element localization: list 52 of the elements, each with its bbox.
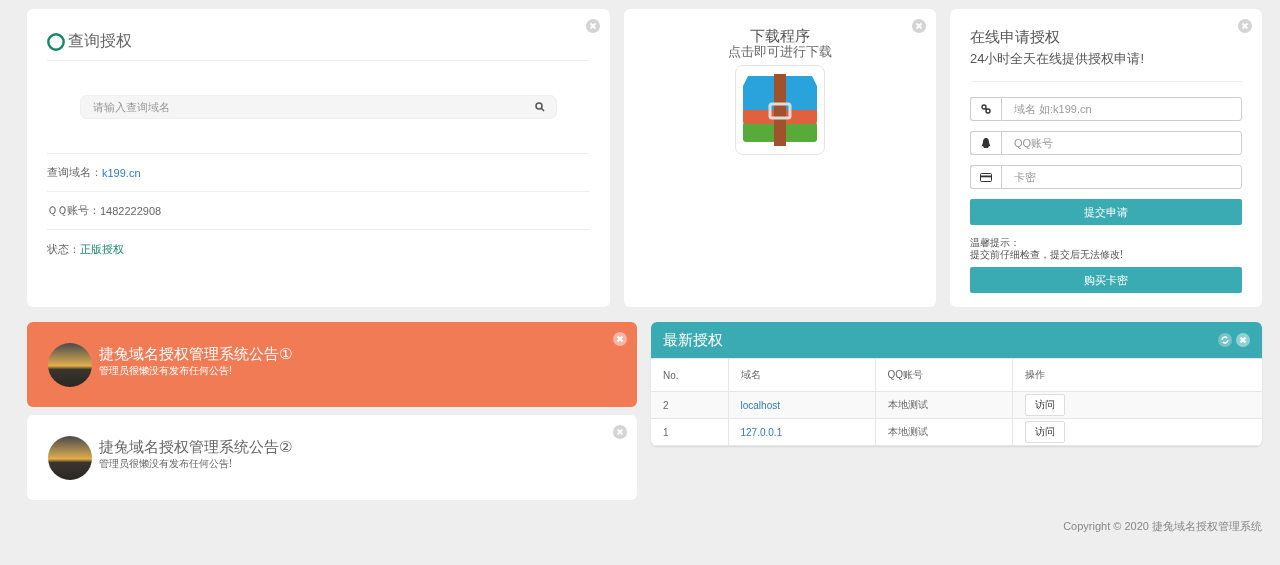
field-value: 1482222908 [100,204,162,217]
close-icon[interactable] [1238,19,1252,33]
field-label: 状态： [47,241,80,257]
close-icon[interactable] [912,19,926,33]
column-header: 操作 [1012,358,1262,392]
field-label: 查询域名： [47,165,102,180]
card-title: 在线申请授权 [970,27,1061,47]
tip-text: 提交前仔细检查，提交后无法修改! [970,249,1124,261]
domain-link[interactable]: localhost [740,399,780,411]
close-icon[interactable] [613,332,627,346]
photo-placeholder [48,435,92,480]
panel-title: 最新授权 [663,330,724,350]
tip-title: 温馨提示： [970,237,1021,249]
table-cell: 本地测试 [875,418,1012,446]
penguin-icon [981,137,991,149]
notice-title: 捷兔域名授权管理系统公告② [99,438,293,456]
close-icon[interactable] [1236,333,1250,347]
buy-button[interactable]: 购买卡密 [970,267,1242,293]
column-header: 域名 [728,358,875,392]
domain-link[interactable]: 127.0.0.1 [740,426,783,438]
column-header: No. [651,358,728,392]
card-title: 查询授权 [68,31,132,51]
table-cell: 2 [651,391,728,419]
ring-icon [47,32,65,51]
photo-placeholder [48,342,92,387]
card-subtitle: 24小时全天在线提供授权申请! [970,51,1242,82]
input-field[interactable]: 卡密 [1001,165,1242,189]
notice-title: 捷兔域名授权管理系统公告① [99,345,293,363]
card-title: 下载程序 [750,27,810,44]
card-subtitle: 点击即可进行下载 [728,44,832,60]
visit-button[interactable]: 访问 [1024,394,1065,416]
refresh-icon[interactable] [1218,333,1232,347]
close-icon[interactable] [613,425,627,439]
search-field[interactable]: 请输入查询域名 [80,95,557,119]
copyright-text: Copyright © 2020 捷兔域名授权管理系统 [1063,519,1262,534]
input-field[interactable]: 域名 如:k199.cn [1001,97,1242,121]
notice-text: 管理员很懒没有发布任何公告! [99,364,233,378]
input-field[interactable]: QQ账号 [1001,131,1242,155]
credit-card-icon [980,172,992,182]
notice-text: 管理员很懒没有发布任何公告! [99,457,233,471]
download-link[interactable] [735,65,825,155]
close-icon[interactable] [586,19,600,33]
search-icon[interactable] [535,102,545,112]
field-value[interactable]: k199.cn [102,166,141,179]
column-header: QQ账号 [875,358,1012,392]
field-label: ＱＱ账号： [47,203,100,218]
visit-button[interactable]: 访问 [1024,421,1065,443]
table-cell: 本地测试 [875,391,1012,419]
submit-button[interactable]: 提交申请 [970,199,1242,225]
field-value: 正版授权 [80,241,124,257]
link-icon [981,104,991,114]
archive-icon [742,74,818,146]
